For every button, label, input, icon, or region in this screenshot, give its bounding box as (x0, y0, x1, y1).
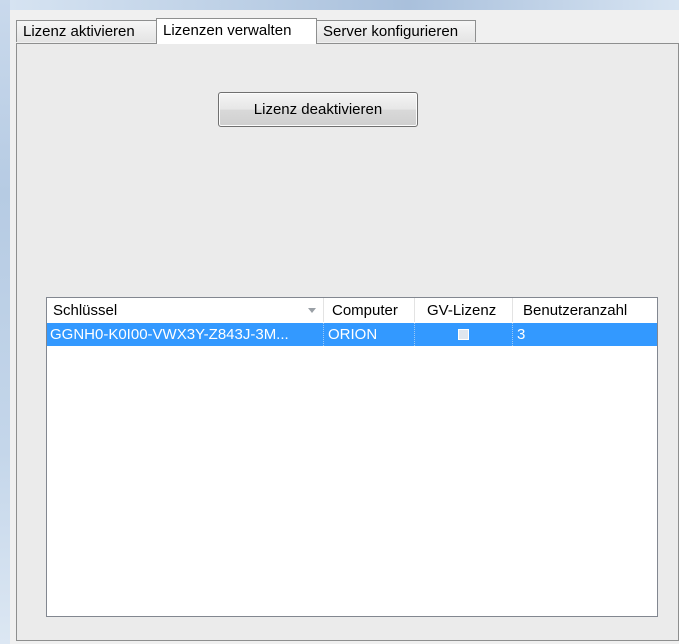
window-title-strip (0, 0, 679, 10)
tab-bar: Lizenz aktivieren Lizenzen verwalten Ser… (10, 10, 679, 44)
column-header-gv-lizenz[interactable]: GV-Lizenz (415, 298, 513, 322)
tab-server-konfigurieren[interactable]: Server konfigurieren (316, 20, 476, 42)
cell-computer: ORION (324, 323, 415, 346)
license-grid[interactable]: Schlüssel Computer GV-Lizenz Benutzeranz… (46, 297, 658, 617)
cell-gv-lizenz (415, 323, 513, 346)
tab-panel-lizenzen-verwalten: Lizenz deaktivieren Schlüssel Computer G… (16, 43, 679, 641)
column-header-schluessel[interactable]: Schlüssel (47, 298, 324, 322)
window-left-border (0, 0, 10, 644)
gv-lizenz-checkbox[interactable] (458, 329, 469, 340)
column-header-computer[interactable]: Computer (324, 298, 415, 322)
license-manager-window: Lizenz aktivieren Lizenzen verwalten Ser… (10, 10, 679, 644)
table-row[interactable]: GGNH0-K0I00-VWX3Y-Z843J-3M... ORION 3 (47, 323, 657, 346)
column-header-label: Schlüssel (53, 302, 118, 319)
column-header-label: GV-Lizenz (427, 302, 497, 319)
deactivate-license-button[interactable]: Lizenz deaktivieren (218, 92, 418, 127)
tab-lizenzen-verwalten[interactable]: Lizenzen verwalten (156, 18, 317, 44)
grid-header: Schlüssel Computer GV-Lizenz Benutzeranz… (47, 298, 657, 322)
tab-lizenz-aktivieren[interactable]: Lizenz aktivieren (16, 20, 157, 42)
sort-descending-icon (308, 308, 316, 313)
cell-key: GGNH0-K0I00-VWX3Y-Z843J-3M... (47, 323, 324, 346)
column-header-label: Benutzeranzahl (523, 302, 628, 319)
cell-user-count: 3 (517, 326, 526, 343)
column-header-benutzeranzahl[interactable]: Benutzeranzahl (513, 298, 657, 322)
column-header-label: Computer (332, 302, 398, 319)
